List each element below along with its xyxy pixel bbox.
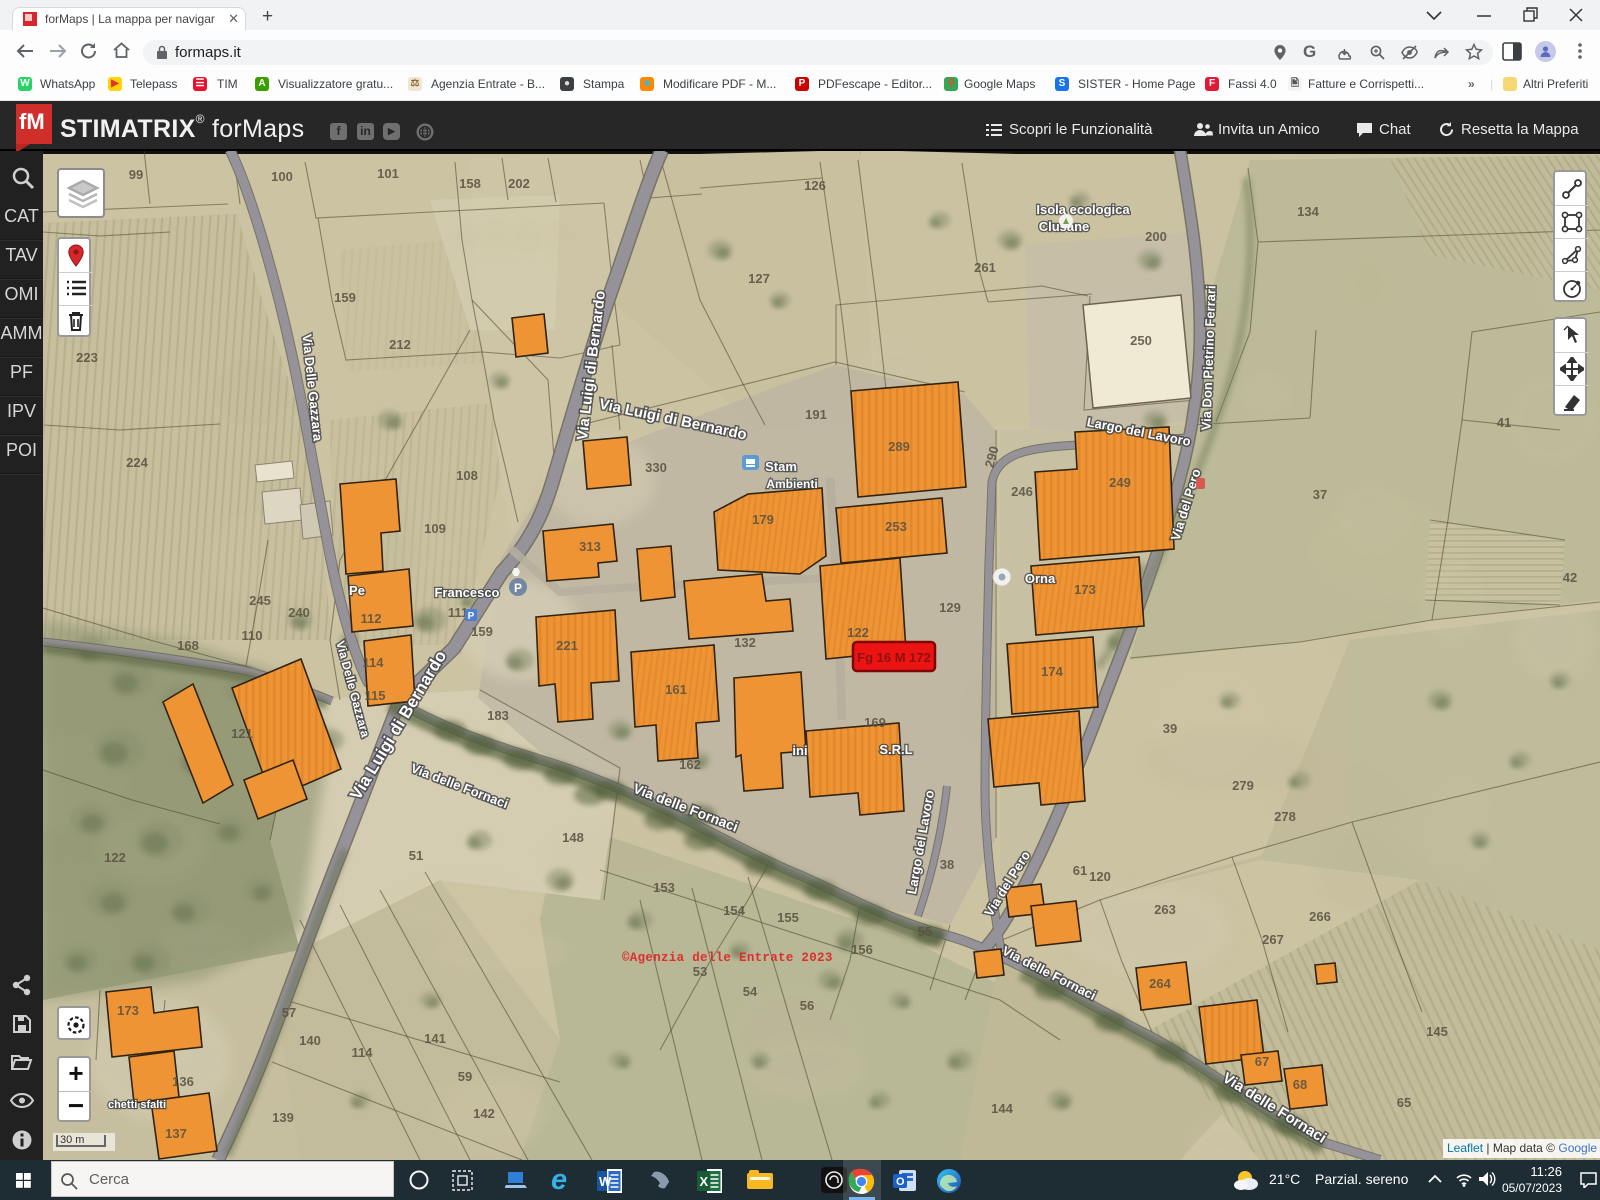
svg-text:266: 266 <box>1309 909 1331 924</box>
svg-text:240: 240 <box>288 605 310 620</box>
svg-text:154: 154 <box>723 903 745 918</box>
svg-text:142: 142 <box>473 1106 495 1121</box>
svg-text:57: 57 <box>282 1005 296 1020</box>
svg-text:159: 159 <box>334 290 356 305</box>
svg-text:173: 173 <box>1074 582 1096 597</box>
svg-text:139: 139 <box>272 1110 294 1125</box>
svg-text:313: 313 <box>579 539 601 554</box>
svg-text:108: 108 <box>456 468 478 483</box>
svg-text:162: 162 <box>679 757 701 772</box>
svg-text:158: 158 <box>459 176 481 191</box>
svg-text:129: 129 <box>939 600 961 615</box>
svg-text:191: 191 <box>805 407 827 422</box>
svg-text:279: 279 <box>1232 778 1254 793</box>
svg-text:39: 39 <box>1163 721 1177 736</box>
svg-text:61: 61 <box>1073 863 1087 878</box>
svg-text:159: 159 <box>471 624 493 639</box>
svg-text:65: 65 <box>1397 1095 1411 1110</box>
svg-text:132: 132 <box>734 635 756 650</box>
svg-text:101: 101 <box>377 166 399 181</box>
svg-text:Isola ecologica: Isola ecologica <box>1036 202 1130 217</box>
svg-text:144: 144 <box>991 1101 1013 1116</box>
svg-text:120: 120 <box>1089 869 1111 884</box>
svg-text:145: 145 <box>1426 1024 1448 1039</box>
svg-text:114: 114 <box>352 1045 374 1060</box>
svg-text:114: 114 <box>363 655 385 670</box>
svg-text:261: 261 <box>974 260 996 275</box>
svg-text:41: 41 <box>1497 415 1511 430</box>
svg-text:109: 109 <box>424 521 446 536</box>
svg-text:P: P <box>514 581 522 595</box>
svg-text:246: 246 <box>1011 484 1033 499</box>
svg-text:55: 55 <box>918 924 932 939</box>
svg-text:253: 253 <box>885 519 907 534</box>
svg-text:99: 99 <box>129 167 143 182</box>
svg-text:115: 115 <box>365 688 386 703</box>
svg-text:245: 245 <box>249 593 271 608</box>
svg-text:140: 140 <box>299 1033 321 1048</box>
svg-text:289: 289 <box>888 439 910 454</box>
svg-text:Orna: Orna <box>1025 571 1056 586</box>
svg-text:Pe: Pe <box>349 583 365 598</box>
svg-text:264: 264 <box>1149 976 1171 991</box>
svg-text:37: 37 <box>1313 487 1327 502</box>
svg-text:©Agenzia delle Entrate 2023: ©Agenzia delle Entrate 2023 <box>622 951 833 965</box>
svg-text:168: 168 <box>177 638 199 653</box>
svg-text:183: 183 <box>487 708 509 723</box>
svg-text:56: 56 <box>800 998 814 1013</box>
svg-text:Francesco: Francesco <box>434 585 499 600</box>
svg-text:P: P <box>468 611 475 622</box>
svg-text:W: W <box>599 1174 612 1189</box>
svg-text:224: 224 <box>126 455 148 470</box>
svg-text:68: 68 <box>1293 1077 1307 1092</box>
svg-text:ini: ini <box>792 743 807 758</box>
svg-text:267: 267 <box>1262 932 1284 947</box>
svg-text:134: 134 <box>1297 204 1319 219</box>
svg-text:42: 42 <box>1563 570 1577 585</box>
svg-text:202: 202 <box>508 176 530 191</box>
svg-text:156: 156 <box>851 942 873 957</box>
svg-text:100: 100 <box>271 169 293 184</box>
svg-text:X: X <box>700 1174 709 1189</box>
svg-text:O: O <box>896 1176 905 1188</box>
svg-text:112: 112 <box>361 611 382 626</box>
svg-text:122: 122 <box>104 850 126 865</box>
svg-text:122: 122 <box>847 625 869 640</box>
svg-text:126: 126 <box>804 178 826 193</box>
svg-text:249: 249 <box>1109 475 1131 490</box>
svg-text:141: 141 <box>424 1031 446 1046</box>
svg-text:200: 200 <box>1145 229 1167 244</box>
svg-text:Fg 16 M 172: Fg 16 M 172 <box>857 650 931 665</box>
svg-text:53: 53 <box>693 964 707 979</box>
svg-text:174: 174 <box>1041 664 1063 679</box>
svg-text:169: 169 <box>864 715 886 730</box>
svg-text:Stam: Stam <box>765 459 797 474</box>
svg-text:136: 136 <box>172 1074 194 1089</box>
svg-text:330: 330 <box>645 460 667 475</box>
svg-text:223: 223 <box>76 350 98 365</box>
svg-text:51: 51 <box>409 848 423 863</box>
svg-text:173: 173 <box>117 1003 139 1018</box>
svg-text:S.R.L: S.R.L <box>879 742 912 757</box>
svg-text:59: 59 <box>458 1069 472 1084</box>
svg-text:110: 110 <box>242 628 263 643</box>
svg-text:148: 148 <box>562 830 584 845</box>
svg-text:127: 127 <box>748 271 770 286</box>
svg-text:212: 212 <box>389 337 411 352</box>
svg-text:278: 278 <box>1274 809 1296 824</box>
svg-text:161: 161 <box>665 682 687 697</box>
svg-text:38: 38 <box>940 857 954 872</box>
svg-text:121: 121 <box>231 726 253 741</box>
svg-text:263: 263 <box>1154 902 1176 917</box>
svg-text:Ambienti: Ambienti <box>766 477 817 491</box>
svg-text:153: 153 <box>653 880 675 895</box>
svg-text:67: 67 <box>1255 1054 1269 1069</box>
svg-text:250: 250 <box>1130 333 1152 348</box>
svg-text:155: 155 <box>777 910 799 925</box>
svg-text:54: 54 <box>743 984 758 999</box>
svg-text:179: 179 <box>752 512 774 527</box>
svg-text:221: 221 <box>556 638 578 653</box>
svg-text:137: 137 <box>165 1126 187 1141</box>
svg-text:chetti sfalti: chetti sfalti <box>108 1099 166 1111</box>
